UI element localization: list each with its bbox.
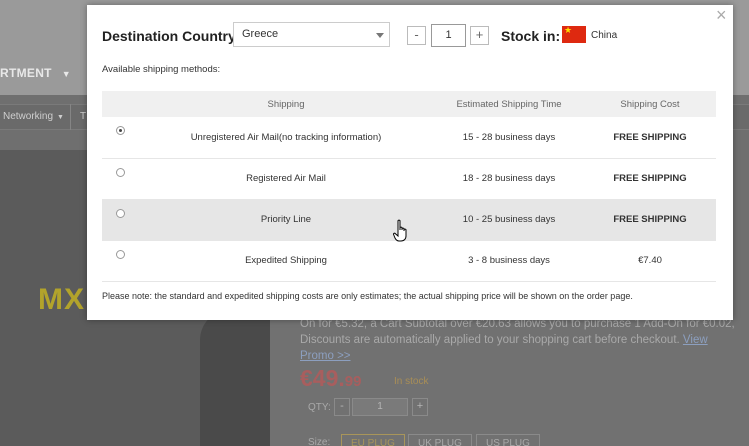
shipping-name: Registered Air Mail	[138, 158, 434, 200]
product-price: €49.99	[300, 365, 362, 391]
chevron-down-icon	[376, 33, 384, 38]
shipping-radio-priority[interactable]	[115, 208, 125, 218]
stock-status: In stock	[394, 376, 429, 387]
category-networking[interactable]: Networking ▼	[3, 111, 64, 122]
chevron-down-icon: ▼	[57, 114, 64, 121]
qty-label: QTY:	[308, 402, 331, 413]
china-flag-icon: ★	[562, 25, 586, 43]
shipping-methods-table: Shipping Estimated Shipping Time Shippin…	[102, 91, 716, 282]
shipping-name: Priority Line	[138, 199, 434, 241]
quantity-decrease-button[interactable]: -	[407, 26, 426, 45]
destination-country-label: Destination Country:	[102, 28, 241, 44]
shipping-cost: FREE SHIPPING	[584, 199, 716, 241]
shipping-name: Unregistered Air Mail(no tracking inform…	[138, 117, 434, 159]
country-select[interactable]: Greece	[233, 22, 390, 47]
stock-in-label: Stock in:	[501, 28, 561, 44]
quantity-input[interactable]: 1	[431, 24, 466, 47]
stock-country: China	[591, 30, 618, 41]
shipping-cost: €7.40	[584, 240, 716, 282]
qty-decrease-button[interactable]: -	[334, 398, 350, 416]
header-shipping: Shipping	[138, 91, 434, 117]
qty-increase-button[interactable]: +	[412, 398, 428, 416]
product-image-detail	[200, 310, 270, 446]
department-menu[interactable]: RTMENT ▼	[0, 66, 71, 80]
shipping-modal: × Destination Country: Greece - 1 + Stoc…	[87, 5, 733, 320]
table-row[interactable]: Expedited Shipping 3 - 8 business days €…	[102, 240, 716, 282]
product-logo: MX	[38, 283, 85, 316]
shipping-radio-expedited[interactable]	[115, 249, 125, 259]
shipping-radio-unregistered[interactable]	[115, 126, 125, 136]
department-label: RTMENT	[0, 66, 52, 80]
shipping-radio-registered[interactable]	[115, 167, 125, 177]
country-select-value: Greece	[242, 28, 279, 40]
table-row[interactable]: Registered Air Mail 18 - 28 business day…	[102, 158, 716, 200]
category-next[interactable]: T	[80, 111, 86, 122]
header-shipping-cost: Shipping Cost	[584, 91, 716, 117]
size-option-us[interactable]: US PLUG	[476, 434, 540, 446]
shipping-cost: FREE SHIPPING	[584, 158, 716, 200]
shipping-name: Expedited Shipping	[138, 240, 434, 282]
size-label: Size:	[308, 437, 331, 446]
table-row[interactable]: Unregistered Air Mail(no tracking inform…	[102, 117, 716, 159]
shipping-time: 18 - 28 business days	[434, 158, 584, 200]
table-header-row: Shipping Estimated Shipping Time Shippin…	[102, 91, 716, 117]
divider	[70, 104, 71, 130]
quantity-increase-button[interactable]: +	[470, 26, 489, 45]
available-methods-label: Available shipping methods:	[102, 64, 221, 75]
chevron-down-icon: ▼	[61, 69, 72, 79]
shipping-time: 15 - 28 business days	[434, 117, 584, 159]
addon-promo-text: On for €5.32, a Cart Subtotal over €20.6…	[300, 318, 735, 346]
hand-cursor-icon	[393, 219, 407, 242]
shipping-note: Please note: the standard and expedited …	[102, 291, 633, 301]
shipping-time: 3 - 8 business days	[434, 240, 584, 282]
addon-promo: On for €5.32, a Cart Subtotal over €20.6…	[300, 316, 740, 364]
shipping-time: 10 - 25 business days	[434, 199, 584, 241]
size-option-uk[interactable]: UK PLUG	[408, 434, 472, 446]
close-icon[interactable]: ×	[716, 5, 727, 26]
header-estimated-time: Estimated Shipping Time	[434, 91, 584, 117]
size-option-eu[interactable]: EU PLUG	[341, 434, 405, 446]
shipping-cost: FREE SHIPPING	[584, 117, 716, 159]
qty-input[interactable]: 1	[352, 398, 408, 416]
